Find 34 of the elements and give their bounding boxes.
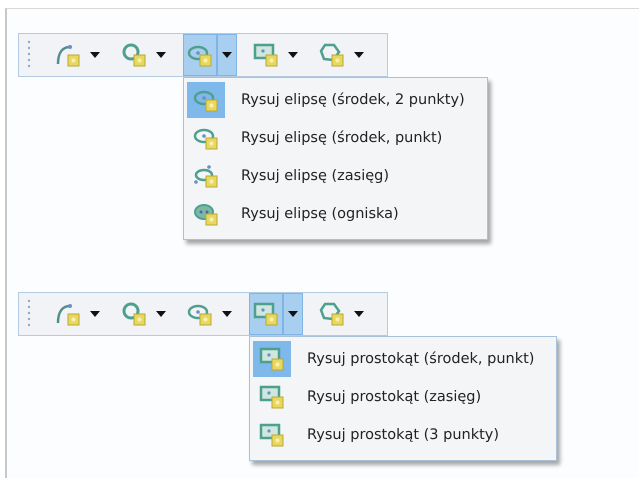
caret-icon	[156, 52, 166, 58]
caret-icon	[90, 52, 100, 58]
rectangle-icon	[253, 42, 279, 68]
arc-icon	[55, 42, 81, 68]
ellipse-icon	[193, 201, 219, 227]
caret-icon	[222, 311, 232, 317]
menu-item[interactable]: Rysuj prostokąt (3 punkty)	[253, 416, 534, 454]
menu-item[interactable]: Rysuj prostokąt (środek, punkt)	[253, 340, 534, 378]
arc-icon	[55, 301, 81, 327]
rectangle-icon	[259, 422, 285, 448]
dropdown-button[interactable]	[217, 34, 237, 76]
caret-icon	[156, 311, 166, 317]
polygon-icon	[319, 42, 345, 68]
caret-icon	[288, 52, 298, 58]
caret-icon	[90, 311, 100, 317]
caret-icon	[354, 52, 364, 58]
grip-handle[interactable]	[27, 299, 31, 329]
caret-icon	[354, 311, 364, 317]
grip-handle[interactable]	[27, 40, 31, 70]
menu-item[interactable]: Rysuj elipsę (ogniska)	[187, 195, 465, 233]
polygon-icon	[319, 301, 345, 327]
rectangle-icon	[259, 384, 285, 410]
ellipse-icon	[193, 163, 219, 189]
menu-item[interactable]: Rysuj elipsę (środek, punkt)	[187, 119, 465, 157]
menu-item[interactable]: Rysuj prostokąt (zasięg)	[253, 378, 534, 416]
caret-icon	[222, 52, 232, 58]
rectangle-icon	[259, 346, 285, 372]
menu-item[interactable]: Rysuj elipsę (środek, 2 punkty)	[187, 81, 465, 119]
circle-icon	[121, 42, 147, 68]
caret-icon	[288, 311, 298, 317]
menu-item[interactable]: Rysuj elipsę (zasięg)	[187, 157, 465, 195]
dropdown-button[interactable]	[283, 293, 303, 335]
circle-icon	[121, 301, 147, 327]
rectangle-icon	[253, 301, 279, 327]
